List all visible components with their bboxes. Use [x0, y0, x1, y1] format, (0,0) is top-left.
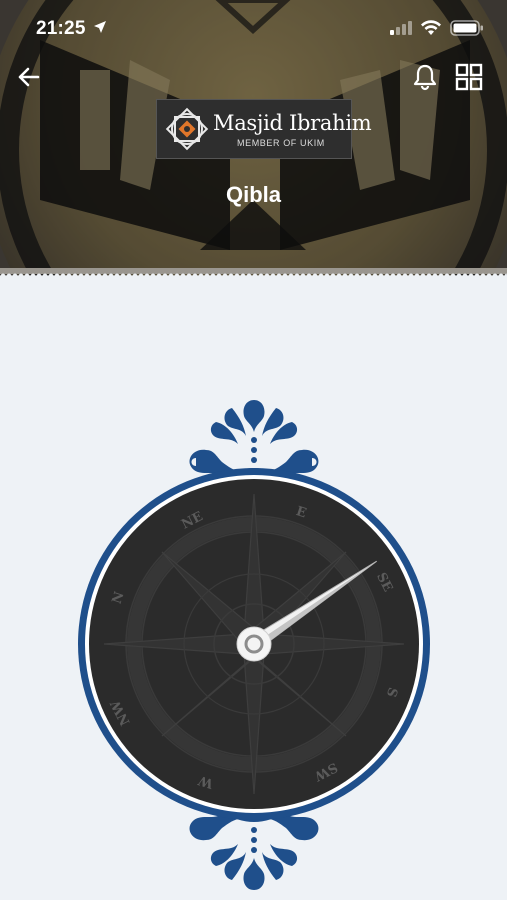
banner-scallop-edge	[0, 268, 507, 278]
back-arrow-icon[interactable]	[14, 62, 44, 92]
location-arrow-icon	[94, 21, 106, 33]
compass-graphic: N NE E SE S SW W NW	[78, 400, 430, 890]
masjid-logo: Masjid Ibrahim MEMBER OF UKIM	[156, 99, 372, 159]
page-title: Qibla	[225, 182, 281, 207]
logo-subtitle: MEMBER OF UKIM	[237, 138, 325, 148]
cellular-signal-icon	[390, 21, 412, 35]
header-banner: 21:25 Masjid Ibrahim MEMBER OF UKIM Qibl…	[0, 0, 507, 278]
grid-icon[interactable]	[454, 62, 484, 92]
status-bar: 21:25	[0, 0, 507, 54]
masjid-emblem-icon	[165, 107, 209, 151]
logo-name: Masjid Ibrahim	[213, 111, 372, 135]
qibla-compass: N NE E SE S SW W NW	[72, 398, 436, 892]
status-time: 21:25	[36, 18, 86, 39]
battery-icon	[450, 20, 483, 36]
bell-icon[interactable]	[410, 62, 440, 92]
wifi-icon	[421, 20, 441, 35]
